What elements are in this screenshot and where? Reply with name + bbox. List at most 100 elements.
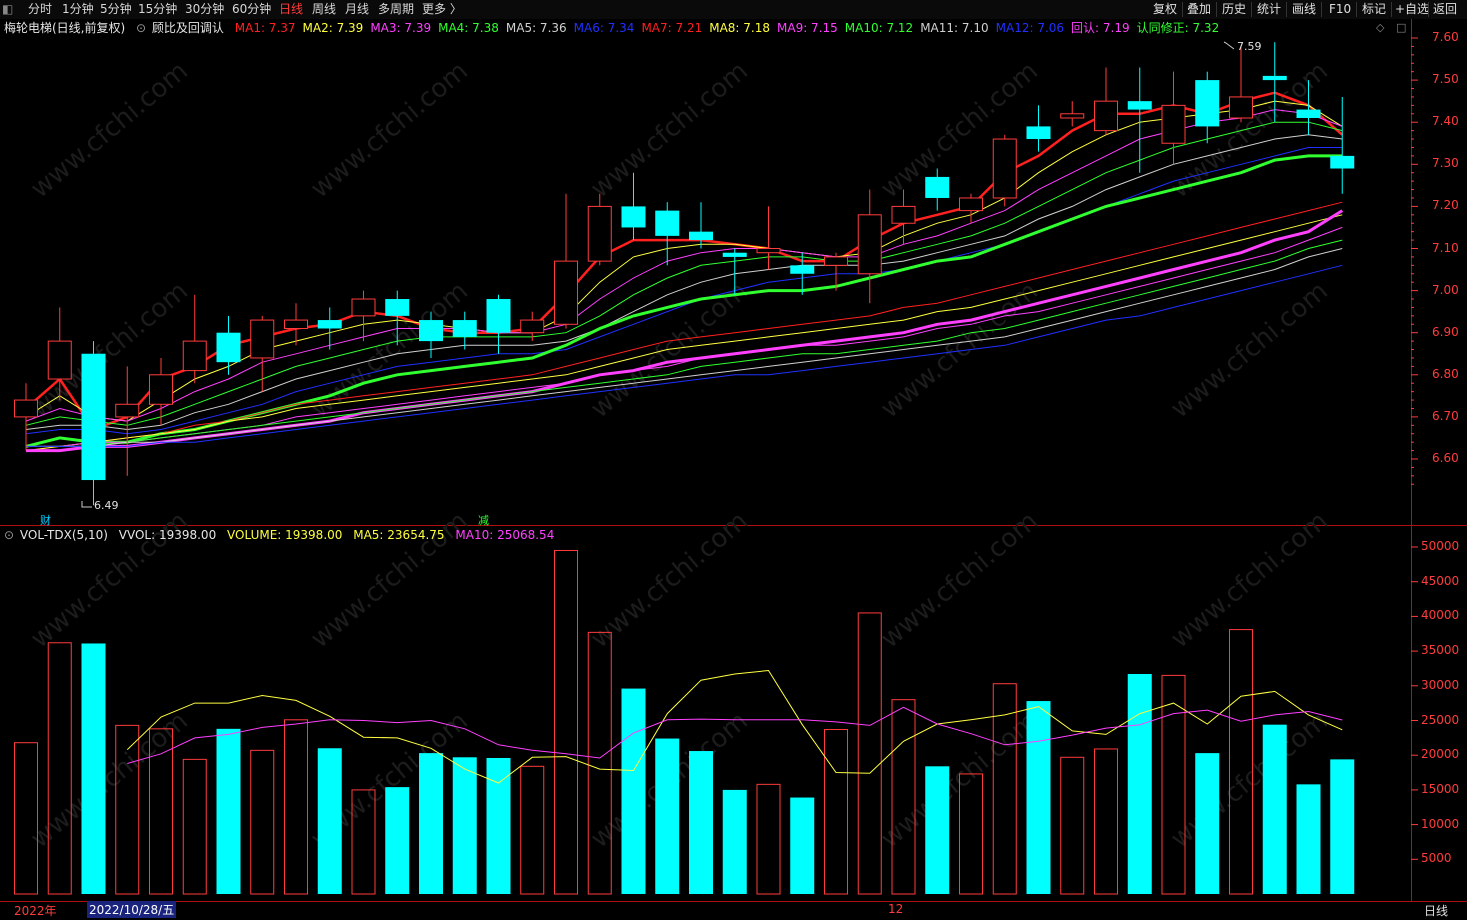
volume-bar-down: [722, 789, 747, 894]
ma-legend-item: MA11: 7.10: [920, 21, 989, 35]
volume-bar-up: [520, 765, 545, 895]
volume-bar-down: [1330, 759, 1355, 894]
close-panel-icon[interactable]: □: [1396, 21, 1406, 34]
history-button[interactable]: 历史: [1222, 1, 1246, 18]
tab-5min[interactable]: 5分钟: [100, 1, 132, 18]
candle-body-down: [419, 320, 443, 342]
candle-body-up: [47, 340, 72, 380]
tab-15min[interactable]: 15分钟: [138, 1, 177, 18]
candle-body-up: [992, 138, 1017, 199]
watermark-text: www.cfchi.com: [585, 276, 754, 424]
toolbar-divider: [1251, 2, 1252, 17]
price-axis-label: 7.20: [1432, 198, 1459, 213]
fuquan-button[interactable]: 复权: [1153, 1, 1177, 18]
kline-chart[interactable]: www.cfchi.com www.cfchi.com www.cfchi.com w…: [0, 19, 1467, 920]
candle-body-up: [1161, 104, 1186, 144]
candle-body-down: [689, 231, 713, 241]
date-axis-month: 12: [888, 902, 904, 916]
period-label[interactable]: 日线: [1424, 902, 1448, 919]
toolbar-divider: [1356, 2, 1357, 17]
candle-body-up: [351, 298, 376, 317]
ma-legend-item: 回认: 7.19: [1071, 21, 1130, 35]
ma-legend-item: 认同修正: 7.32: [1136, 21, 1220, 35]
volume-bar-down: [621, 688, 646, 894]
volume-bar-down: [81, 643, 106, 894]
candle-body-down: [655, 210, 680, 236]
price-axis-label: 7.50: [1432, 72, 1459, 87]
price-axis-label: 6.80: [1432, 366, 1459, 381]
vol-ma10-value: MA10: 25068.54: [455, 528, 555, 542]
settings-icon[interactable]: ⊙: [136, 21, 146, 35]
volume-bar-up: [284, 719, 308, 895]
volume-axis-label: 20000: [1421, 747, 1460, 762]
candle-body-down: [1296, 109, 1321, 118]
ma-line-MA6: [25, 147, 1343, 435]
volume-axis-label: 45000: [1421, 573, 1460, 588]
candle-body-up: [182, 340, 207, 372]
ma-line-MA1: [25, 91, 1344, 432]
volume-bar-down: [1296, 784, 1321, 894]
watermark-text: www.cfchi.com: [585, 56, 754, 204]
tab-30min[interactable]: 30分钟: [185, 1, 224, 18]
volume-bar-down: [486, 757, 511, 894]
volume-bar-up: [756, 783, 781, 895]
watermark-text: www.cfchi.com: [305, 56, 474, 204]
ma-line-认同修正: [25, 154, 1343, 448]
tab-more[interactable]: 更多 〉: [422, 1, 462, 18]
volume-bar-down: [1262, 724, 1287, 894]
toolbar-divider: [1286, 2, 1287, 17]
high-marker-line: [1223, 41, 1235, 50]
volume-bars: [14, 549, 1355, 895]
candle-body-up: [520, 319, 545, 334]
ma-line-MA4: [25, 121, 1343, 426]
ma-legend-item: MA4: 7.38: [438, 21, 499, 35]
volume-bar-down: [1127, 674, 1152, 894]
candle-body-up: [959, 197, 983, 212]
collapse-icon[interactable]: ◧: [2, 1, 13, 18]
candle-body-down: [790, 265, 815, 274]
tab-fenshi[interactable]: 分时: [28, 1, 52, 18]
draw-line-button[interactable]: 画线: [1292, 1, 1316, 18]
volume-bar-down: [317, 748, 342, 894]
stats-button[interactable]: 统计: [1257, 1, 1281, 18]
low-marker-line: [81, 501, 92, 508]
f10-button[interactable]: F10: [1329, 1, 1351, 18]
tab-daily[interactable]: 日线: [279, 1, 303, 18]
overlay-button[interactable]: 叠加: [1187, 1, 1211, 18]
back-button[interactable]: 返回: [1433, 1, 1457, 18]
add-watchlist-button[interactable]: +自选: [1395, 1, 1429, 18]
vol-indicator-name[interactable]: VOL-TDX(5,10): [20, 528, 108, 542]
tab-monthly[interactable]: 月线: [345, 1, 369, 18]
ma-legend-item: MA1: 7.37: [234, 21, 296, 35]
tab-multi-period[interactable]: 多周期: [378, 1, 414, 18]
tab-1min[interactable]: 1分钟: [62, 1, 94, 18]
volume-axis-label: 35000: [1421, 643, 1460, 658]
vol-settings-icon[interactable]: ⊙: [4, 528, 14, 542]
vol-ma5-value: MA5: 23654.75: [353, 528, 445, 542]
volume-axis-label: 50000: [1421, 539, 1460, 553]
volume-bar-up: [182, 758, 207, 895]
volume-bar-up: [14, 742, 38, 895]
price-axis-ticks: [1411, 37, 1418, 485]
volume-bar-down: [385, 787, 410, 894]
tab-weekly[interactable]: 周线: [312, 1, 336, 18]
stock-title: 梅轮电梯(日线,前复权): [4, 21, 126, 35]
candle-body-down: [216, 332, 241, 363]
volume-bar-up: [824, 729, 848, 895]
volume-bar-down: [655, 738, 680, 894]
period-toolbar: ◧ 分时 1分钟 5分钟 15分钟 30分钟 60分钟 日线 周线 月线 多周期…: [0, 0, 1467, 19]
price-axis-label: 6.90: [1432, 324, 1459, 339]
mark-button[interactable]: 标记: [1362, 1, 1386, 18]
expand-icon[interactable]: ◇: [1376, 21, 1384, 34]
tab-60min[interactable]: 60分钟: [232, 1, 271, 18]
candle-body-down: [621, 206, 646, 228]
volume-legend: ⊙ VOL-TDX(5,10) VVOL: 19398.00 VOLUME: 1…: [4, 527, 561, 543]
reduce-holding-marker[interactable]: 减: [478, 512, 489, 528]
watermark-text: www.cfchi.com: [875, 56, 1044, 204]
earnings-marker[interactable]: 财: [40, 512, 51, 528]
ma-legend-item: MA5: 7.36: [505, 21, 567, 35]
ma-line-MA2: [25, 100, 1343, 422]
indicator-name[interactable]: 顾比及回调认: [152, 21, 224, 35]
watermark-text: www.cfchi.com: [875, 506, 1044, 654]
ma-legend-item: MA9: 7.15: [777, 21, 838, 35]
